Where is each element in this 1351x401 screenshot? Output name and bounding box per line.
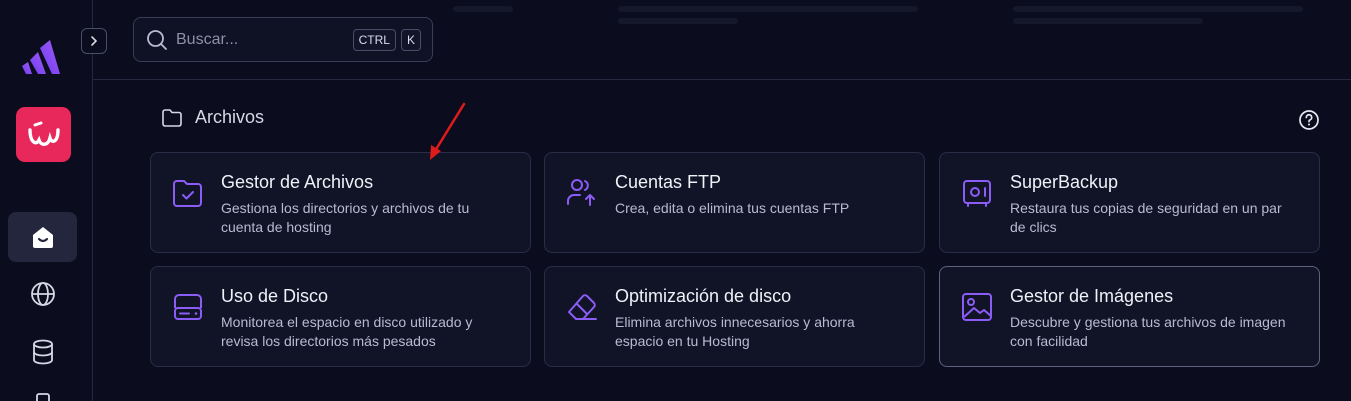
sidebar-item-home[interactable] (8, 212, 77, 262)
help-icon[interactable] (1298, 109, 1320, 131)
folder-check-icon (173, 180, 202, 207)
faded-content (618, 0, 928, 40)
section-title: Archivos (195, 107, 265, 127)
search-icon (147, 29, 167, 50)
card-title: Cuentas FTP (615, 172, 722, 192)
home-icon (32, 227, 53, 248)
card-title: Gestor de Imágenes (1010, 286, 1174, 306)
hard-drive-icon (174, 294, 202, 320)
folder-icon (162, 108, 182, 127)
shortcut-key-ctrl: CTRL (352, 28, 396, 51)
card-title: Uso de Disco (221, 286, 329, 306)
card-gestor-archivos[interactable]: Gestor de Archivos Gestiona los director… (150, 152, 531, 253)
app-logo-icon (27, 121, 60, 146)
card-title: Gestor de Archivos (221, 172, 374, 192)
section-header: Archivos (161, 107, 264, 128)
card-description: Restaura tus copias de seguridad en un p… (1010, 200, 1282, 235)
card-cuentas-ftp[interactable]: Cuentas FTP Crea, edita o elimina tus cu… (544, 152, 925, 253)
card-gestor-imagenes[interactable]: Gestor de Imágenes Descubre y gestiona t… (939, 266, 1320, 367)
search-bar[interactable]: Buscar... CTRL K (133, 17, 433, 62)
card-title: SuperBackup (1010, 172, 1119, 192)
card-description: Gestiona los directorios y archivos de t… (221, 200, 470, 235)
faded-content (1013, 0, 1313, 40)
card-title: Optimización de disco (615, 286, 792, 306)
image-icon (962, 293, 992, 321)
brand-logo-icon[interactable] (20, 40, 62, 76)
annotation-arrow-icon (430, 102, 466, 160)
safe-icon (963, 180, 991, 207)
sidebar (0, 0, 93, 401)
card-optimizacion-disco[interactable]: Optimización de disco Elimina archivos i… (544, 266, 925, 367)
sidebar-item-domains[interactable] (8, 269, 77, 319)
users-upload-icon (567, 179, 595, 206)
card-description: Elimina archivos innecesarios y ahorra e… (615, 314, 855, 349)
card-description: Descubre y gestiona tus archivos de imag… (1010, 314, 1286, 349)
card-description: Crea, edita o elimina tus cuentas FTP (615, 200, 850, 216)
database-icon (32, 339, 53, 365)
shortcut-key-k: K (400, 28, 421, 51)
card-superbackup[interactable]: SuperBackup Restaura tus copias de segur… (939, 152, 1320, 253)
card-description: Monitorea el espacio en disco utilizado … (221, 314, 473, 349)
partial-nav-icon (35, 393, 50, 401)
chevron-right-icon (91, 36, 98, 46)
eraser-icon (568, 294, 597, 320)
card-uso-disco[interactable]: Uso de Disco Monitorea el espacio en dis… (150, 266, 531, 367)
sidebar-toggle-button[interactable] (81, 28, 107, 54)
search-input[interactable]: Buscar... (176, 31, 353, 49)
app-logo[interactable] (16, 107, 71, 162)
sidebar-item-database[interactable] (8, 327, 77, 377)
sidebar-item-more[interactable] (8, 384, 77, 401)
globe-icon (30, 282, 55, 306)
